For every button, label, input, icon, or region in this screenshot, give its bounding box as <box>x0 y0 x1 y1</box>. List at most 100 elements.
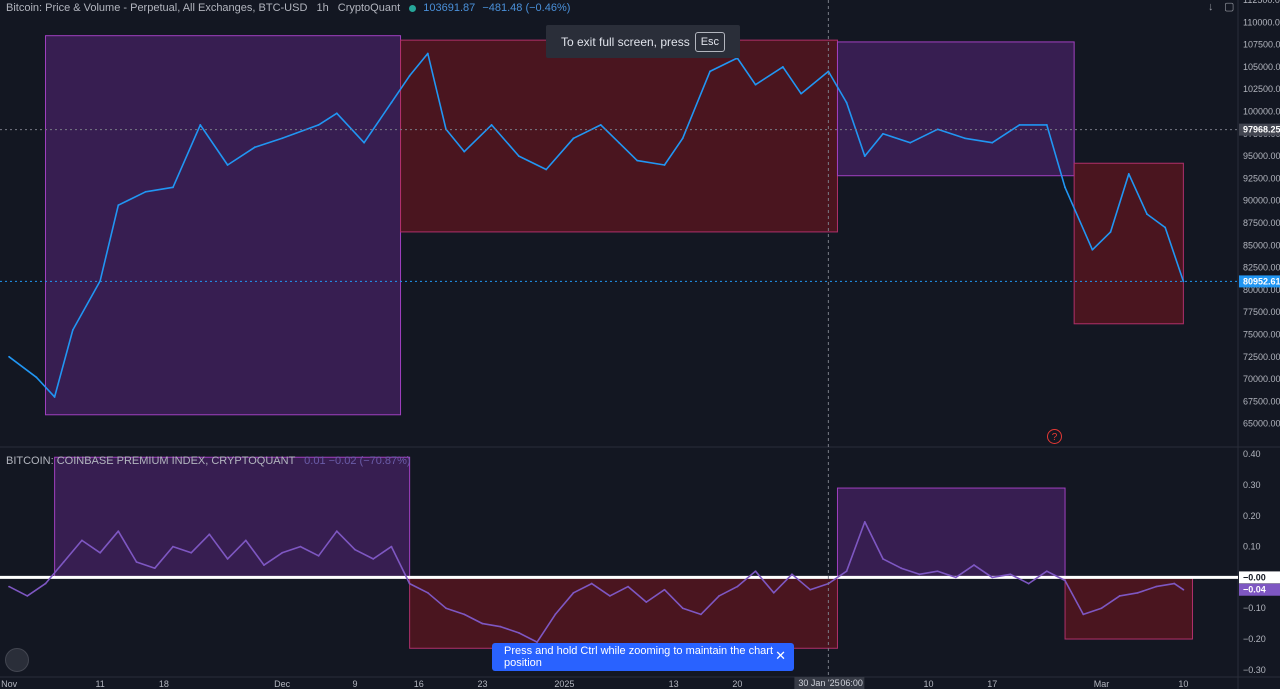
price-label: 80952.61 <box>1243 276 1280 286</box>
y-tick-label: 0.10 <box>1243 542 1261 552</box>
data-point <box>390 545 393 548</box>
data-point <box>1109 231 1112 233</box>
last-price: 103691.87 <box>423 2 476 14</box>
price-label: 97968.25 <box>1243 125 1280 135</box>
data-point <box>645 601 648 603</box>
data-point <box>281 551 284 554</box>
question-mark-icon[interactable]: ? <box>1047 429 1062 444</box>
arrow-down-icon[interactable]: ↓ <box>1208 1 1214 13</box>
x-tick-label: 9 <box>353 679 358 689</box>
data-point <box>317 123 320 126</box>
y-tick-label: 105000.00 <box>1243 62 1280 72</box>
y-tick-label: 72500.00 <box>1243 352 1280 362</box>
data-point <box>317 554 320 557</box>
zoom-hint-toast: Press and hold Ctrl while zooming to mai… <box>492 643 794 671</box>
data-point <box>445 607 447 610</box>
data-point <box>991 141 994 144</box>
chart-legend: Bitcoin: Price & Volume - Perpetual, All… <box>6 2 570 14</box>
data-point <box>754 83 757 86</box>
data-point <box>572 591 575 594</box>
y-tick-label: 0.30 <box>1243 480 1261 490</box>
data-point <box>1009 573 1012 576</box>
fullscreen-icon[interactable]: ▢ <box>1224 0 1234 13</box>
timeframe-label[interactable]: 1h <box>316 2 328 14</box>
data-point <box>781 66 784 68</box>
data-point <box>8 585 11 588</box>
data-point <box>800 92 802 95</box>
data-point <box>463 150 466 153</box>
data-point <box>590 582 593 585</box>
x-tick-label: 10 <box>1178 679 1188 689</box>
data-point <box>408 582 411 585</box>
data-point <box>226 558 229 560</box>
data-point <box>700 613 702 616</box>
data-point <box>226 164 229 166</box>
data-point <box>335 112 338 115</box>
data-point <box>354 548 356 551</box>
data-point <box>973 564 975 566</box>
y-tick-label: 90000.00 <box>1243 196 1280 206</box>
chart-title: Bitcoin: Price & Volume - Perpetual, All… <box>6 2 308 14</box>
data-point <box>736 585 739 588</box>
y-tick-label: −0.20 <box>1243 634 1266 644</box>
data-point <box>845 101 848 104</box>
chart-canvas[interactable]: 112500.00 110000.00 107500.00 105000.00 1025… <box>0 0 1280 689</box>
data-point <box>1100 607 1103 610</box>
data-point <box>81 539 83 542</box>
y-tick-label: 112500.00 <box>1243 0 1280 5</box>
data-point <box>599 123 602 126</box>
data-point <box>1155 585 1157 588</box>
data-point <box>53 396 56 398</box>
data-point <box>135 561 138 563</box>
highlight-box-0-0 <box>45 35 402 416</box>
data-point <box>791 573 793 576</box>
data-point <box>44 582 47 585</box>
crosshair-time-label: 06:00 <box>840 678 863 688</box>
y-tick-label: 92500.00 <box>1243 173 1280 183</box>
data-point <box>62 561 65 563</box>
x-tick-label: Dec <box>274 679 291 689</box>
data-point <box>954 576 957 579</box>
x-tick-label: 11 <box>95 679 104 689</box>
y-tick-label: 77500.00 <box>1243 307 1280 317</box>
price-label: −0.04 <box>1243 585 1266 595</box>
data-point <box>1127 173 1130 175</box>
data-point <box>363 141 366 144</box>
y-tick-label: 85000.00 <box>1243 240 1280 250</box>
close-icon[interactable]: ✕ <box>775 648 786 664</box>
y-tick-label: 87500.00 <box>1243 218 1280 228</box>
data-point <box>481 622 484 625</box>
data-point <box>1146 213 1148 215</box>
y-tick-label: 100000.00 <box>1243 107 1280 117</box>
data-point <box>463 613 466 616</box>
data-point <box>172 545 174 548</box>
data-point <box>845 570 848 573</box>
esc-key[interactable]: Esc <box>694 31 726 52</box>
x-tick-label: 13 <box>669 679 679 689</box>
data-point <box>335 530 338 533</box>
data-point <box>281 137 284 140</box>
data-point <box>1182 280 1185 283</box>
data-point <box>964 137 966 140</box>
source-label: CryptoQuant <box>337 2 401 14</box>
data-point <box>608 594 611 597</box>
data-point <box>709 70 711 73</box>
data-point <box>882 132 884 135</box>
data-point <box>1164 226 1167 229</box>
y-tick-label: 110000.00 <box>1243 17 1280 27</box>
data-point <box>1082 613 1085 616</box>
y-tick-label: 65000.00 <box>1243 419 1280 429</box>
data-point <box>809 588 812 591</box>
data-point <box>863 521 866 523</box>
data-point <box>1018 123 1021 126</box>
y-tick-label: 75000.00 <box>1243 330 1280 340</box>
data-point <box>117 530 120 533</box>
y-tick-label: 0.20 <box>1243 511 1261 521</box>
data-point <box>71 329 74 331</box>
x-tick-label: 17 <box>987 679 997 689</box>
data-point <box>1064 579 1066 582</box>
data-point <box>754 570 757 573</box>
data-point <box>35 376 38 379</box>
y-tick-label: 82500.00 <box>1243 263 1280 273</box>
data-point <box>190 551 193 554</box>
